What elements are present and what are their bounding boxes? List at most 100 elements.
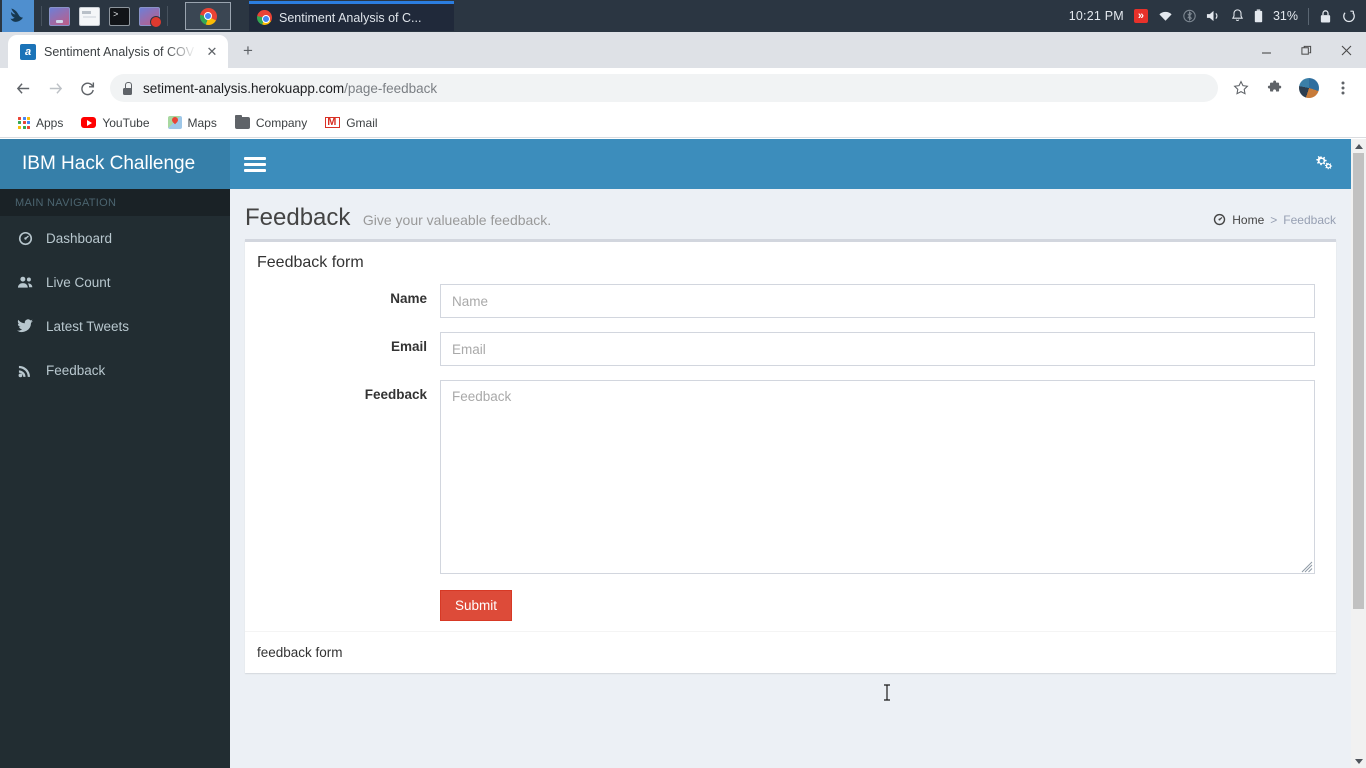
back-arrow-icon[interactable] <box>8 73 38 103</box>
taskbar-divider <box>41 6 42 26</box>
breadcrumb-home[interactable]: Home <box>1232 213 1264 227</box>
breadcrumb-separator: > <box>1270 213 1278 227</box>
browser-toolbar: setiment-analysis.herokuapp.com/page-fee… <box>0 68 1366 108</box>
volume-icon[interactable] <box>1206 9 1221 23</box>
scroll-up-arrow-icon[interactable] <box>1351 139 1366 153</box>
app-navbar <box>230 139 1351 189</box>
url-text: setiment-analysis.herokuapp.com/page-fee… <box>143 81 437 96</box>
bookmark-label: Gmail <box>346 115 378 130</box>
box-footer: feedback form <box>245 631 1336 673</box>
reload-icon[interactable] <box>72 73 102 103</box>
bookmark-gmail[interactable]: Gmail <box>317 113 385 133</box>
bookmark-label: Apps <box>36 115 64 130</box>
restore-button[interactable] <box>1286 34 1326 66</box>
form-group-name: Name <box>255 284 1326 318</box>
bookmark-company[interactable]: Company <box>227 113 315 133</box>
power-icon[interactable] <box>1342 9 1356 23</box>
window-controls <box>1246 32 1366 68</box>
forward-arrow-icon[interactable] <box>40 73 70 103</box>
bell-icon[interactable] <box>1231 9 1244 23</box>
bookmark-label: YouTube <box>102 115 150 130</box>
app-brand[interactable]: IBM Hack Challenge <box>0 139 230 189</box>
puzzle-icon[interactable] <box>1260 73 1290 103</box>
cogs-icon[interactable] <box>1313 152 1333 177</box>
sidebar-item-latest-tweets[interactable]: Latest Tweets <box>0 304 230 348</box>
tab-strip: a Sentiment Analysis of COV ✕ + <box>0 32 1366 68</box>
sidebar-item-dashboard[interactable]: Dashboard <box>0 216 230 260</box>
page-scrollbar[interactable] <box>1351 139 1366 768</box>
text-cursor-icon <box>882 684 892 701</box>
close-button[interactable] <box>1326 34 1366 66</box>
bookmark-label: Maps <box>187 115 217 130</box>
form-group-email: Email <box>255 332 1326 366</box>
taskbar-active-app[interactable] <box>185 2 231 30</box>
sidebar-item-label: Dashboard <box>46 230 113 246</box>
page-subtitle: Give your valueable feedback. <box>362 212 552 228</box>
system-clock[interactable]: 10:21 PM <box>1069 9 1124 23</box>
tray-divider <box>1308 7 1309 25</box>
bookmark-maps[interactable]: Maps <box>160 113 225 133</box>
battery-percent: 31% <box>1272 9 1298 23</box>
content-wrapper: Feedback Give your valueable feedback. H… <box>230 189 1351 768</box>
url-domain: setiment-analysis.herokuapp.com <box>143 80 345 96</box>
address-bar[interactable]: setiment-analysis.herokuapp.com/page-fee… <box>110 74 1218 102</box>
users-icon <box>15 275 35 289</box>
dragon-logo-icon[interactable] <box>2 0 34 32</box>
name-input[interactable] <box>440 284 1315 318</box>
sidebar-item-live-count[interactable]: Live Count <box>0 260 230 304</box>
gmail-icon <box>325 116 341 128</box>
bluetooth-icon[interactable] <box>1183 9 1196 23</box>
files-app-icon[interactable] <box>49 6 70 26</box>
new-tab-button[interactable]: + <box>234 37 262 65</box>
breadcrumb: Home > Feedback <box>1213 213 1336 227</box>
feedback-textarea[interactable] <box>440 380 1315 574</box>
box-title: Feedback form <box>257 254 364 271</box>
lock-icon[interactable] <box>1319 9 1332 24</box>
box-body: Name Email Feedback <box>245 284 1336 631</box>
sidebar-item-label: Latest Tweets <box>46 318 130 334</box>
toolbar-right-icons <box>1226 73 1358 103</box>
name-label: Name <box>390 291 427 306</box>
page-viewport: IBM Hack Challenge MAIN NAVIGATION Dashb… <box>0 139 1366 768</box>
browser-tab[interactable]: a Sentiment Analysis of COV ✕ <box>8 35 228 68</box>
url-path: /page-feedback <box>344 80 438 96</box>
chevrons-badge-icon[interactable]: » <box>1133 9 1148 23</box>
lock-icon <box>122 81 133 95</box>
email-label: Email <box>390 339 427 354</box>
sidebar-item-label: Live Count <box>46 274 111 290</box>
battery-icon[interactable] <box>1254 9 1263 23</box>
hamburger-icon[interactable] <box>244 153 266 175</box>
three-dot-menu-icon[interactable] <box>1328 73 1358 103</box>
file-manager-icon[interactable] <box>79 6 100 26</box>
submit-button[interactable]: Submit <box>440 590 513 621</box>
chrome-browser-window: a Sentiment Analysis of COV ✕ + setiment… <box>0 32 1366 768</box>
site-favicon: a <box>20 43 36 60</box>
feedback-box: Feedback form Name Email Feedback <box>245 239 1336 673</box>
taskbar-left-group: Sentiment Analysis of C... <box>0 0 454 32</box>
terminal-icon[interactable] <box>109 6 130 26</box>
bookmark-youtube[interactable]: YouTube <box>73 113 157 133</box>
taskbar-window-button[interactable]: Sentiment Analysis of C... <box>249 1 454 31</box>
wifi-icon[interactable] <box>1158 10 1173 22</box>
content-header: Feedback Give your valueable feedback. H… <box>230 189 1351 239</box>
scrollbar-thumb[interactable] <box>1353 153 1364 609</box>
dashboard-icon <box>15 231 35 246</box>
sidebar-item-feedback[interactable]: Feedback <box>0 348 230 392</box>
star-icon[interactable] <box>1226 73 1256 103</box>
chrome-icon <box>199 7 217 25</box>
bookmark-label: Company <box>255 115 308 130</box>
bookmark-apps[interactable]: Apps <box>10 113 71 133</box>
scroll-down-arrow-icon[interactable] <box>1351 754 1366 768</box>
avatar-icon[interactable] <box>1294 73 1324 103</box>
os-taskbar: Sentiment Analysis of C... 10:21 PM » 31… <box>0 0 1366 32</box>
sidebar-section-label: MAIN NAVIGATION <box>0 189 230 216</box>
email-input[interactable] <box>440 332 1315 366</box>
tab-close-icon[interactable]: ✕ <box>204 44 220 60</box>
minimize-button[interactable] <box>1246 34 1286 66</box>
taskbar-divider-2 <box>167 6 168 26</box>
sidebar-item-label: Feedback <box>46 362 106 378</box>
screen-recorder-icon[interactable] <box>139 6 162 28</box>
folder-icon <box>234 114 250 129</box>
tab-title: Sentiment Analysis of COV <box>44 44 195 59</box>
dashboard-icon <box>1213 213 1226 227</box>
